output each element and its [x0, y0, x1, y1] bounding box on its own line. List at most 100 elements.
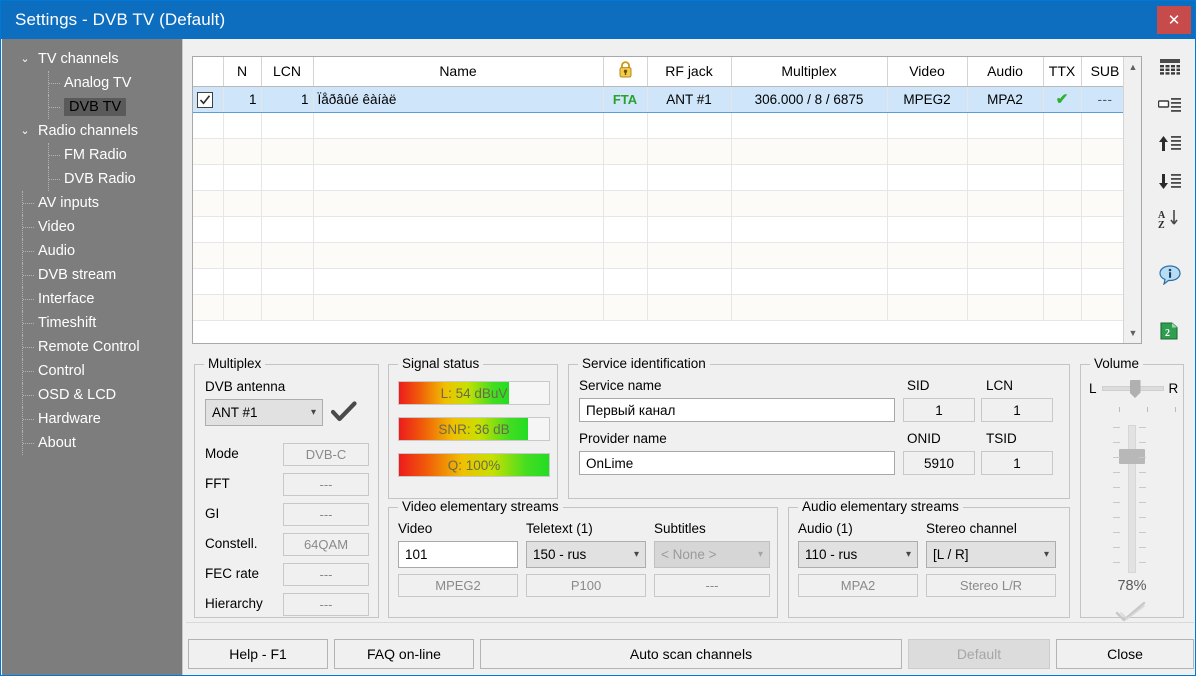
table-scrollbar[interactable]: ▲ ▼: [1123, 57, 1141, 343]
subtitles-value: < None >: [661, 547, 754, 562]
col-header-check[interactable]: [193, 57, 223, 86]
sidebar-item-dvb-tv[interactable]: DVB TV: [2, 95, 182, 119]
table-row-empty[interactable]: [193, 268, 1142, 294]
table-row-empty[interactable]: [193, 294, 1142, 320]
default-button[interactable]: Default: [908, 639, 1050, 669]
cell-empty: [193, 138, 223, 164]
sidebar-item-about[interactable]: About: [2, 431, 182, 455]
move-up-button[interactable]: [1155, 131, 1185, 161]
service-name-field[interactable]: Первый канал: [579, 398, 895, 422]
cell-empty: [1043, 268, 1081, 294]
faq-online-button[interactable]: FAQ on-line: [334, 639, 474, 669]
service-identification-legend: Service identification: [578, 356, 710, 371]
tsid-field[interactable]: 1: [981, 451, 1053, 475]
sidebar-item-control[interactable]: Control: [2, 359, 182, 383]
move-down-button[interactable]: [1155, 169, 1185, 199]
chevron-down-icon[interactable]: ⌄: [18, 119, 32, 143]
dvb-antenna-select[interactable]: ANT #1 ▾: [205, 399, 323, 426]
table-row-empty[interactable]: [193, 216, 1142, 242]
settings-window: Settings - DVB TV (Default) ✕ ⌄TV channe…: [0, 0, 1196, 676]
col-header-lock[interactable]: [603, 57, 647, 86]
onid-field[interactable]: 5910: [903, 451, 975, 475]
teletext-label: Teletext (1): [526, 521, 593, 536]
cell-empty: [223, 190, 261, 216]
col-header-ttx[interactable]: TTX: [1043, 57, 1081, 86]
chevron-down-icon[interactable]: ⌄: [18, 47, 32, 71]
balance-thumb[interactable]: [1130, 380, 1141, 398]
col-header-rf-jack[interactable]: RF jack: [647, 57, 731, 86]
subtitles-select[interactable]: < None > ▾: [654, 541, 770, 568]
col-header-name[interactable]: Name: [313, 57, 603, 86]
checkbox-checked-icon[interactable]: [197, 92, 213, 108]
table-row-empty[interactable]: [193, 138, 1142, 164]
svg-text:2: 2: [1165, 328, 1170, 339]
balance-track[interactable]: [1102, 386, 1164, 391]
help-button[interactable]: Help - F1: [188, 639, 328, 669]
antenna-confirm-icon: [331, 401, 357, 428]
sidebar-item-remote-control[interactable]: Remote Control: [2, 335, 182, 359]
sidebar-item-audio[interactable]: Audio: [2, 239, 182, 263]
col-header-sub[interactable]: SUB: [1081, 57, 1129, 86]
tree-line: [23, 419, 34, 420]
table-row-empty[interactable]: [193, 190, 1142, 216]
close-button[interactable]: Close: [1056, 639, 1194, 669]
sidebar-item-av-inputs[interactable]: AV inputs: [2, 191, 182, 215]
cell-video: MPEG2: [887, 86, 967, 112]
table-row[interactable]: 11Ïåðâûé êàíàëFTAANT #1306.000 / 8 / 687…: [193, 86, 1142, 112]
cell-empty: [223, 216, 261, 242]
table-row-empty[interactable]: [193, 112, 1142, 138]
sidebar-item-fm-radio[interactable]: FM Radio: [2, 143, 182, 167]
scroll-up-button[interactable]: ▲: [1124, 57, 1142, 77]
sidebar-item-timeshift[interactable]: Timeshift: [2, 311, 182, 335]
sidebar-item-dvb-stream[interactable]: DVB stream: [2, 263, 182, 287]
table-row-empty[interactable]: [193, 242, 1142, 268]
row-checkbox-cell[interactable]: [193, 86, 223, 112]
video-streams-group: Video elementary streams Video 101 MPEG2…: [388, 507, 778, 618]
video-pid-field[interactable]: 101: [398, 541, 518, 568]
volume-tick: [1113, 547, 1120, 548]
audio-select[interactable]: 110 - rus ▾: [798, 541, 918, 568]
sidebar-item-radio-channels[interactable]: ⌄Radio channels: [2, 119, 182, 143]
mute-confirm-icon[interactable]: [1115, 601, 1147, 628]
scroll-down-button[interactable]: ▼: [1124, 323, 1142, 343]
sidebar-item-dvb-radio[interactable]: DVB Radio: [2, 167, 182, 191]
sidebar-item-hardware[interactable]: Hardware: [2, 407, 182, 431]
cell-empty: [261, 294, 313, 320]
sidebar-item-label: Control: [38, 363, 85, 379]
col-header-lcn[interactable]: LCN: [261, 57, 313, 86]
col-header-n[interactable]: N: [223, 57, 261, 86]
audio-streams-group: Audio elementary streams Audio (1) 110 -…: [788, 507, 1070, 618]
sidebar-item-analog-tv[interactable]: Analog TV: [2, 71, 182, 95]
lcn-field[interactable]: 1: [981, 398, 1053, 422]
volume-slider[interactable]: [1097, 419, 1167, 577]
tree-line: [49, 83, 60, 84]
sid-field[interactable]: 1: [903, 398, 975, 422]
info-button[interactable]: [1155, 263, 1185, 293]
sidebar-item-osd-lcd[interactable]: OSD & LCD: [2, 383, 182, 407]
tree-line: [23, 299, 34, 300]
cell-empty: [603, 242, 647, 268]
cell-multiplex: 306.000 / 8 / 6875: [731, 86, 887, 112]
col-header-video[interactable]: Video: [887, 57, 967, 86]
sidebar-item-video[interactable]: Video: [2, 215, 182, 239]
sidebar-item-interface[interactable]: Interface: [2, 287, 182, 311]
col-header-audio[interactable]: Audio: [967, 57, 1043, 86]
auto-scan-channels-button[interactable]: Auto scan channels: [480, 639, 902, 669]
teletext-select[interactable]: 150 - rus ▾: [526, 541, 646, 568]
cell-empty: [193, 190, 223, 216]
dvb-antenna-label: DVB antenna: [205, 379, 285, 394]
provider-name-field[interactable]: OnLime: [579, 451, 895, 475]
sort-az-button[interactable]: A Z: [1155, 207, 1185, 237]
scrollbar-track[interactable]: [1124, 77, 1141, 323]
col-header-multiplex[interactable]: Multiplex: [731, 57, 887, 86]
grid-view-button[interactable]: [1155, 56, 1185, 86]
volume-track[interactable]: [1128, 425, 1136, 573]
sidebar-item-tv-channels[interactable]: ⌄TV channels: [2, 47, 182, 71]
rename-list-button[interactable]: [1155, 94, 1185, 124]
tree-line: [23, 323, 34, 324]
stereo-channel-select[interactable]: [L / R] ▾: [926, 541, 1056, 568]
balance-slider[interactable]: L R: [1089, 381, 1178, 396]
export-button[interactable]: 2: [1155, 318, 1185, 348]
table-row-empty[interactable]: [193, 164, 1142, 190]
close-window-button[interactable]: ✕: [1157, 6, 1191, 34]
